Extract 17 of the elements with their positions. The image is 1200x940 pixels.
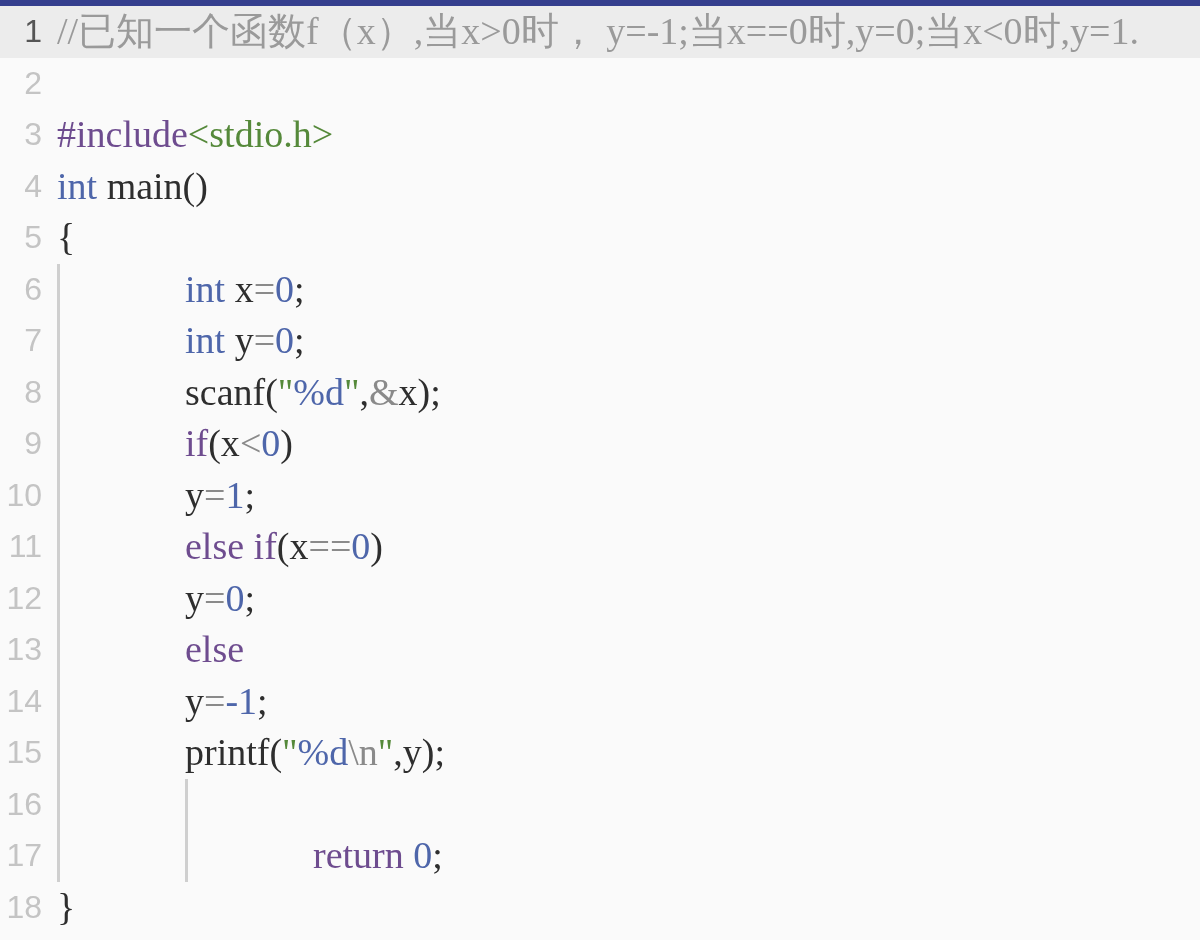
code-line: else <box>185 627 245 672</box>
code-line: int x=0; <box>185 266 305 312</box>
code-line: y=-1; <box>185 678 268 724</box>
code-line: printf("%d\n",y); <box>185 730 446 775</box>
code-comment: //已知一个函数f（x）,当x>0时， y=-1;当x==0时,y=0;当x<0时,y=1. <box>57 9 1140 54</box>
code-line: scanf("%d",&x); <box>185 369 441 415</box>
code-line: { <box>57 215 76 260</box>
code-line: int main() <box>57 163 208 209</box>
code-line: y=0; <box>185 575 255 621</box>
code-line: y=1; <box>185 472 255 518</box>
code-line: } <box>57 884 76 930</box>
code-line: if(x<0) <box>185 421 293 466</box>
code-line: return 0; <box>313 833 443 878</box>
code-line: else if(x==0) <box>185 524 383 569</box>
line-number: 1 <box>23 12 42 51</box>
code-line: int y=0; <box>185 318 305 363</box>
code-line: #include<stdio.h> <box>57 112 334 157</box>
